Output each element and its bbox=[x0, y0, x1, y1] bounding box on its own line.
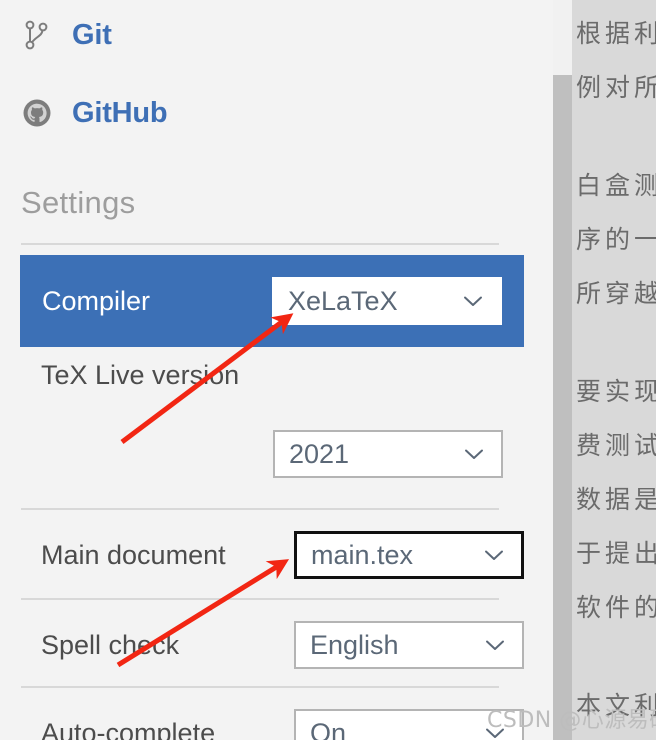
chevron-down-icon bbox=[460, 288, 486, 314]
document-blank-line bbox=[572, 640, 656, 684]
compiler-select-value: XeLaTeX bbox=[288, 285, 398, 316]
document-line: 所穿越 bbox=[576, 279, 656, 308]
document-line: 白盒测 bbox=[576, 171, 656, 200]
texlive-version-select-value: 2021 bbox=[289, 438, 350, 469]
setting-row-main-document[interactable]: Main document main.tex bbox=[20, 520, 524, 590]
compiler-select[interactable]: XeLaTeX bbox=[272, 277, 502, 325]
chevron-down-icon bbox=[461, 441, 487, 467]
settings-section-title: Settings bbox=[21, 185, 136, 220]
document-blank-line bbox=[572, 120, 656, 164]
sidebar-item-github[interactable]: GitHub bbox=[22, 96, 168, 129]
setting-label-compiler: Compiler bbox=[42, 285, 151, 316]
document-blank-line bbox=[572, 326, 656, 370]
document-line: 软件的 bbox=[576, 593, 656, 622]
divider bbox=[21, 686, 499, 688]
setting-row-texlive-version[interactable]: TeX Live version 2021 bbox=[20, 360, 524, 500]
document-text: 根据利例对所白盒测序的一所穿越要实现费测试数据是于提出软件的本文利测试方值；其，… bbox=[572, 12, 656, 740]
setting-label-texlive-version: TeX Live version bbox=[41, 360, 240, 390]
main-document-select-value: main.tex bbox=[311, 539, 414, 570]
document-line: 要实现 bbox=[576, 377, 656, 406]
main-document-select[interactable]: main.tex bbox=[294, 531, 524, 579]
document-line: 序的一 bbox=[576, 225, 656, 254]
divider bbox=[21, 243, 499, 245]
sidebar-item-git-label: Git bbox=[72, 18, 112, 51]
document-line: 于提出 bbox=[576, 539, 656, 568]
watermark: CSDN @心源易码 bbox=[487, 708, 656, 733]
document-line: 数据是 bbox=[576, 485, 656, 514]
chevron-down-icon bbox=[481, 542, 507, 568]
setting-row-auto-complete[interactable]: Auto-complete On bbox=[20, 698, 524, 740]
spell-check-select[interactable]: English bbox=[294, 621, 524, 669]
sidebar-item-git[interactable]: Git bbox=[22, 20, 112, 50]
scrollbar-thumb[interactable] bbox=[553, 75, 572, 740]
texlive-version-select[interactable]: 2021 bbox=[273, 430, 503, 478]
sidebar-item-github-label: GitHub bbox=[72, 96, 168, 129]
document-line: 费测试 bbox=[576, 431, 656, 460]
divider bbox=[21, 508, 499, 510]
spell-check-select-value: English bbox=[310, 629, 399, 660]
setting-row-spell-check[interactable]: Spell check English bbox=[20, 610, 524, 680]
auto-complete-select-value: On bbox=[310, 717, 347, 740]
github-icon bbox=[22, 98, 52, 128]
setting-label-auto-complete: Auto-complete bbox=[41, 717, 216, 740]
settings-panel: Git GitHub Settings Compiler XeLaTeX TeX… bbox=[0, 0, 553, 740]
document-line: 例对所 bbox=[576, 73, 656, 102]
divider bbox=[21, 598, 499, 600]
chevron-down-icon bbox=[482, 632, 508, 658]
setting-row-compiler[interactable]: Compiler XeLaTeX bbox=[20, 255, 524, 347]
setting-label-main-document: Main document bbox=[41, 539, 226, 570]
document-line: 根据利 bbox=[576, 19, 656, 48]
setting-label-spell-check: Spell check bbox=[41, 629, 180, 660]
git-branch-icon bbox=[22, 20, 52, 50]
document-preview-pane: 根据利例对所白盒测序的一所穿越要实现费测试数据是于提出软件的本文利测试方值；其，… bbox=[572, 0, 656, 740]
